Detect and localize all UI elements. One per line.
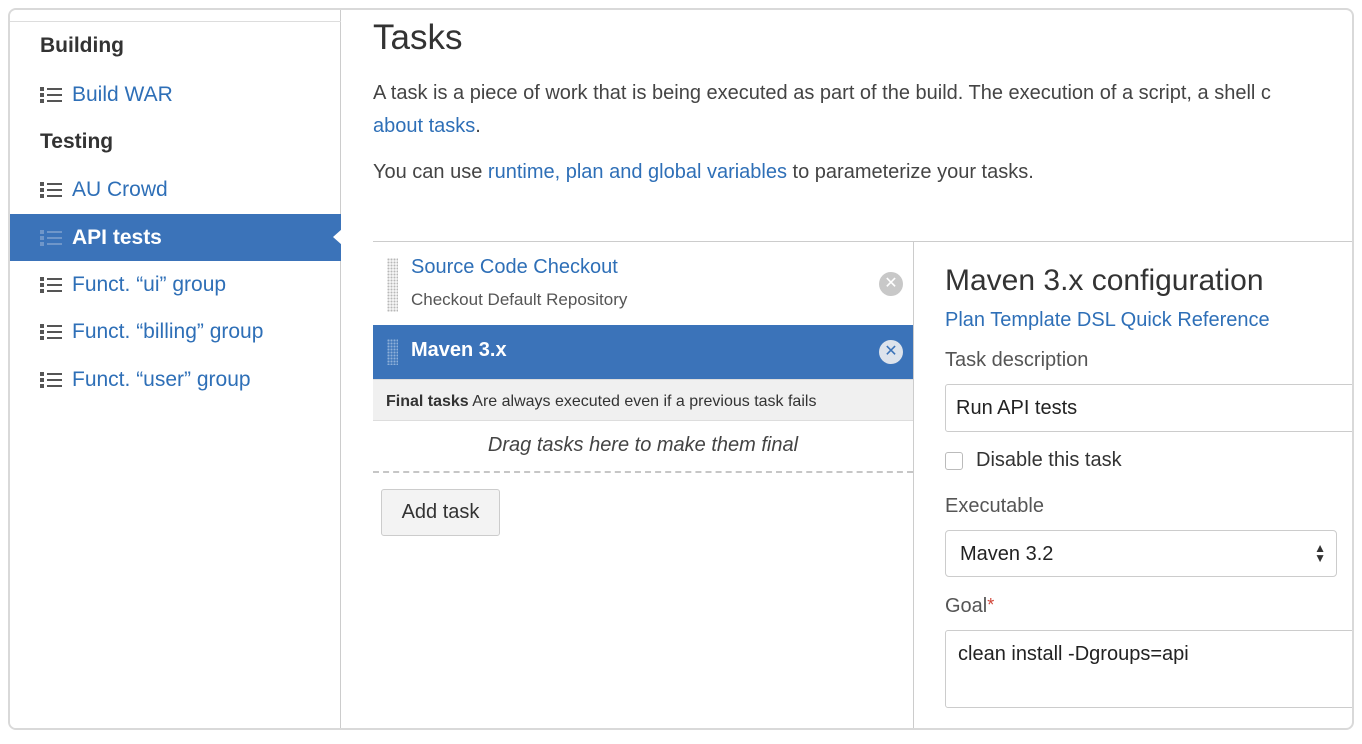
list-icon — [40, 371, 64, 389]
list-icon — [40, 323, 64, 341]
sidebar-item-api-tests[interactable]: API tests — [10, 214, 342, 261]
sidebar: Building Build WAR Testing AU Crowd API … — [10, 10, 342, 728]
close-icon[interactable]: ✕ — [879, 272, 903, 296]
sidebar-item-funct-billing-group[interactable]: Funct. “billing” group — [10, 309, 341, 355]
intro-period: . — [475, 115, 481, 137]
list-icon — [40, 276, 64, 294]
task-name[interactable]: Maven 3.x — [411, 339, 507, 362]
dsl-reference-link[interactable]: Plan Template DSL Quick Reference — [945, 309, 1270, 332]
disable-task-label[interactable]: Disable this task — [976, 449, 1122, 472]
sidebar-item-funct-user-group[interactable]: Funct. “user” group — [10, 357, 341, 403]
goal-label: Goal — [945, 595, 988, 617]
main-content: Tasks A task is a piece of work that is … — [342, 10, 1352, 728]
sidebar-item-label: API tests — [72, 225, 162, 249]
executable-value: Maven 3.2 — [960, 543, 1054, 565]
sidebar-item-funct-ui-group[interactable]: Funct. “ui” group — [10, 262, 341, 308]
task-list: Source Code Checkout Checkout Default Re… — [373, 241, 913, 728]
sidebar-item-label: Funct. “ui” group — [72, 273, 227, 296]
final-tasks-bar: Final tasks Are always executed even if … — [373, 379, 913, 421]
app-window: Building Build WAR Testing AU Crowd API … — [8, 8, 1354, 730]
drag-handle-icon[interactable] — [387, 339, 398, 365]
select-arrows-icon: ▲ ▼ — [1314, 541, 1326, 565]
config-title: Maven 3.x configuration — [945, 264, 1264, 297]
sidebar-heading-building: Building — [40, 34, 124, 57]
executable-select[interactable]: Maven 3.2 ▲ ▼ — [945, 530, 1337, 577]
add-task-button[interactable]: Add task — [381, 489, 500, 536]
final-tasks-drop-zone[interactable]: Drag tasks here to make them final — [373, 421, 913, 473]
sidebar-heading-testing: Testing — [40, 130, 114, 153]
disable-task-checkbox[interactable] — [945, 452, 963, 470]
variables-link[interactable]: runtime, plan and global variables — [488, 161, 787, 183]
goal-textarea[interactable]: clean install -Dgroups=api — [945, 630, 1352, 708]
sidebar-item-au-crowd[interactable]: AU Crowd — [10, 167, 341, 213]
intro-text: A task is a piece of work that is being … — [373, 82, 1271, 104]
task-description-label: Task description — [945, 349, 1089, 371]
list-icon — [40, 86, 64, 104]
task-description-input[interactable] — [945, 384, 1352, 432]
variables-hint-prefix: You can use — [373, 161, 488, 183]
task-row-source-code-checkout[interactable]: Source Code Checkout Checkout Default Re… — [373, 242, 913, 325]
task-config-panel: Maven 3.x configuration Plan Template DS… — [913, 241, 1352, 728]
sidebar-item-label: Funct. “user” group — [72, 368, 251, 391]
required-marker: * — [987, 595, 995, 615]
sidebar-top-divider — [10, 21, 341, 22]
sidebar-item-build-war[interactable]: Build WAR — [10, 72, 341, 118]
sidebar-item-label: Funct. “billing” group — [72, 320, 264, 343]
final-tasks-label: Final tasks — [386, 393, 469, 410]
task-description: Checkout Default Repository — [411, 290, 628, 309]
list-icon — [40, 229, 64, 247]
page-title: Tasks — [373, 18, 463, 57]
task-name[interactable]: Source Code Checkout — [411, 256, 618, 279]
executable-label: Executable — [945, 495, 1044, 517]
goal-label-row: Goal* — [945, 595, 994, 618]
sidebar-item-label: Build WAR — [72, 83, 173, 106]
intro-more-line: about tasks. — [373, 115, 481, 138]
list-icon — [40, 181, 64, 199]
variables-hint: You can use runtime, plan and global var… — [373, 161, 1034, 184]
sidebar-item-label: AU Crowd — [72, 178, 168, 201]
variables-hint-suffix: to parameterize your tasks. — [787, 161, 1034, 183]
close-icon[interactable]: ✕ — [879, 340, 903, 364]
task-row-maven[interactable]: Maven 3.x ✕ — [373, 325, 913, 379]
about-tasks-link[interactable]: about tasks — [373, 115, 475, 137]
drag-handle-icon[interactable] — [387, 258, 398, 312]
final-tasks-description: Are always executed even if a previous t… — [472, 393, 817, 410]
